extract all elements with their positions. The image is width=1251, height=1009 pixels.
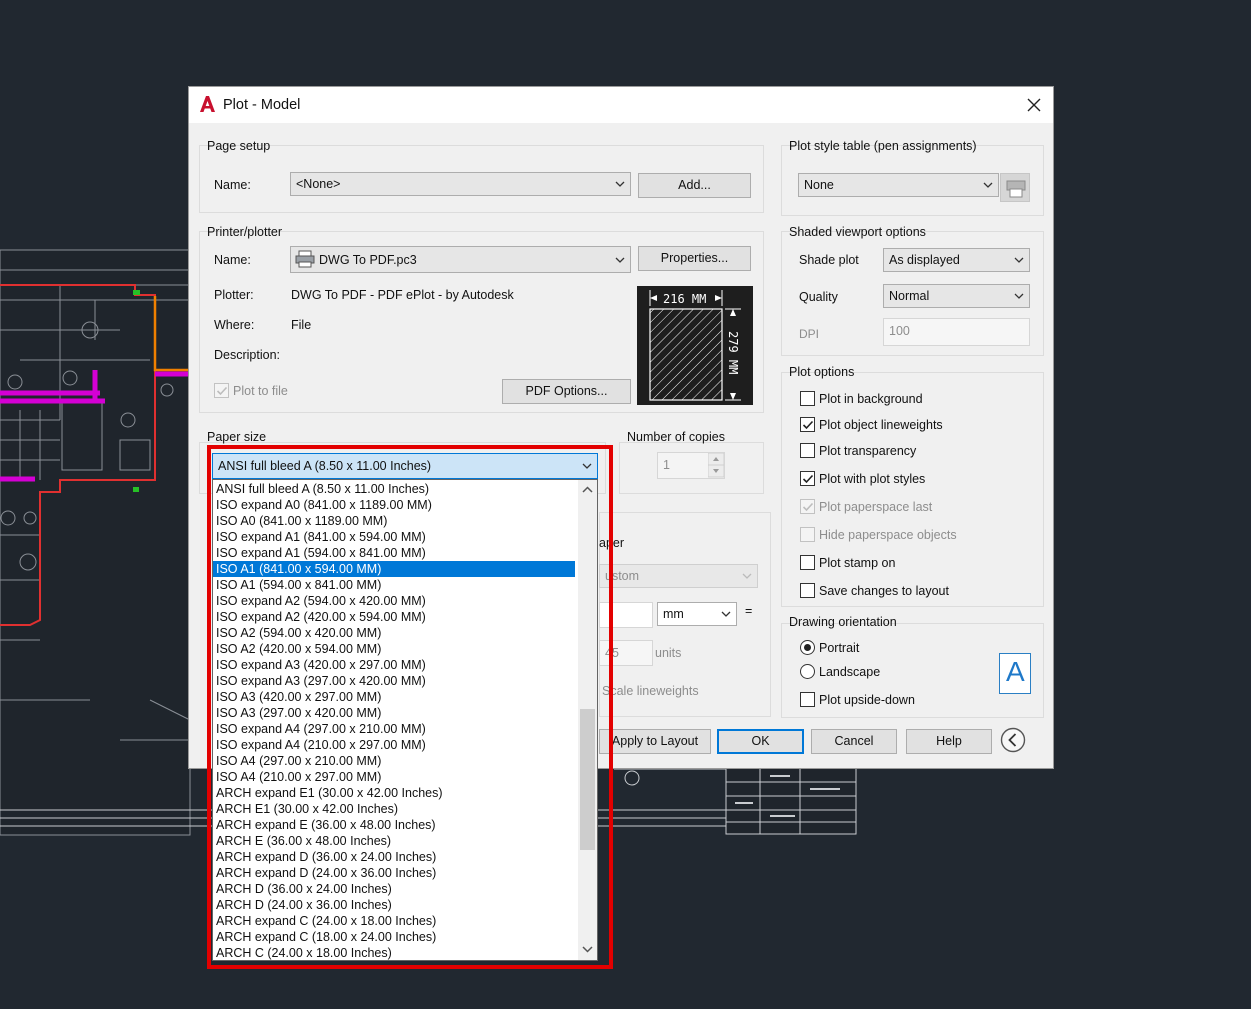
plot-with-plot-styles-checkbox[interactable] xyxy=(800,471,815,486)
plot-style-table-label: Plot style table (pen assignments) xyxy=(789,139,977,153)
properties-button[interactable]: Properties... xyxy=(638,246,751,271)
add-page-setup-button[interactable]: Add... xyxy=(638,173,751,198)
chevron-down-icon xyxy=(742,573,752,579)
radio-dot xyxy=(804,644,811,651)
portrait-label: Portrait xyxy=(819,641,860,655)
apply-to-layout-button[interactable]: Apply to Layout xyxy=(599,729,711,754)
plot-in-background-label: Plot in background xyxy=(819,392,923,406)
checkmark-icon xyxy=(802,474,814,484)
plot-object-lineweights-label: Plot object lineweights xyxy=(819,418,943,432)
plot-object-lineweights-checkbox[interactable] xyxy=(800,417,815,432)
quality-label: Quality xyxy=(799,290,838,304)
shaded-viewport-label: Shaded viewport options xyxy=(789,225,926,239)
close-icon[interactable] xyxy=(1025,96,1043,114)
spinner-arrows-icon[interactable] xyxy=(708,453,724,478)
plot-stamp-on-checkbox[interactable] xyxy=(800,555,815,570)
dialog-title-bar[interactable]: Plot - Model xyxy=(189,87,1053,123)
plot-style-table-select[interactable]: None xyxy=(798,173,999,197)
landscape-radio[interactable] xyxy=(800,664,815,679)
plot-upside-down-label: Plot upside-down xyxy=(819,693,915,707)
plot-to-file-checkbox[interactable] xyxy=(214,383,229,398)
landscape-label: Landscape xyxy=(819,665,881,679)
plot-options-label: Plot options xyxy=(789,365,855,379)
page-setup-label: Page setup xyxy=(207,139,271,153)
quality-select[interactable]: Normal xyxy=(883,284,1030,308)
checkmark-icon xyxy=(802,420,814,430)
description-label: Description: xyxy=(214,348,280,362)
where-value: File xyxy=(291,318,312,332)
orientation-preview-icon: A xyxy=(999,653,1031,694)
plotter-label: Plotter: xyxy=(214,288,254,302)
highlight-annotation-box xyxy=(207,445,613,969)
plot-transparency-label: Plot transparency xyxy=(819,444,917,458)
plot-paperspace-last-label: Plot paperspace last xyxy=(819,500,933,514)
collapse-options-icon[interactable] xyxy=(1000,727,1026,753)
shade-plot-label: Shade plot xyxy=(799,253,859,267)
help-button[interactable]: Help xyxy=(906,729,992,754)
equals-sign: = xyxy=(745,604,753,618)
plot-upside-down-checkbox[interactable] xyxy=(800,692,815,707)
units-label: units xyxy=(655,646,682,660)
scale-lineweights-label: Scale lineweights xyxy=(602,684,699,698)
printer-name-label: Name: xyxy=(214,253,251,267)
scale-units-select[interactable]: mm xyxy=(657,602,737,626)
edit-plot-style-button[interactable] xyxy=(1000,173,1030,202)
paper-preview: 216 MM 279 MM xyxy=(637,286,753,405)
plot-transparency-checkbox[interactable] xyxy=(800,443,815,458)
save-changes-to-layout-checkbox[interactable] xyxy=(800,583,815,598)
chevron-down-icon xyxy=(615,257,625,263)
preview-width-label: 216 MM xyxy=(661,292,709,306)
dialog-title: Plot - Model xyxy=(223,97,301,113)
printer-plotter-label: Printer/plotter xyxy=(207,225,283,239)
drawing-orientation-label: Drawing orientation xyxy=(789,615,897,629)
ok-button[interactable]: OK xyxy=(717,729,804,754)
plotter-value: DWG To PDF - PDF ePlot - by Autodesk xyxy=(291,288,514,302)
plot-to-file-label: Plot to file xyxy=(233,384,288,398)
plotter-icon xyxy=(295,250,315,268)
preview-height-label: 279 MM xyxy=(726,329,740,377)
page-setup-name-select[interactable]: <None> xyxy=(290,172,631,196)
chevron-down-icon xyxy=(1014,257,1024,263)
checkmark-icon xyxy=(802,502,814,512)
shade-plot-select[interactable]: As displayed xyxy=(883,248,1030,272)
plot-style-editor-icon xyxy=(1006,180,1026,198)
checkmark-icon xyxy=(216,386,228,396)
autocad-logo-icon xyxy=(200,96,215,112)
copies-label: Number of copies xyxy=(627,430,725,444)
plot-with-plot-styles-label: Plot with plot styles xyxy=(819,472,926,486)
chevron-down-icon xyxy=(615,181,625,187)
plot-in-background-checkbox[interactable] xyxy=(800,391,815,406)
pdf-options-button[interactable]: PDF Options... xyxy=(502,379,631,404)
plot-stamp-on-label: Plot stamp on xyxy=(819,556,896,570)
scale-select[interactable]: ustom xyxy=(599,564,758,588)
hide-paperspace-objects-label: Hide paperspace objects xyxy=(819,528,957,542)
where-label: Where: xyxy=(214,318,255,332)
chevron-down-icon xyxy=(721,611,731,617)
chevron-down-icon xyxy=(983,182,993,188)
cancel-button[interactable]: Cancel xyxy=(811,729,897,754)
save-changes-to-layout-label: Save changes to layout xyxy=(819,584,949,598)
printer-name-select[interactable]: DWG To PDF.pc3 xyxy=(290,246,631,273)
copies-spinner[interactable]: 1 xyxy=(657,452,725,479)
portrait-radio[interactable] xyxy=(800,640,815,655)
chevron-down-icon xyxy=(1014,293,1024,299)
hide-paperspace-objects-checkbox[interactable] xyxy=(800,527,815,542)
paper-size-label: Paper size xyxy=(207,430,267,444)
page-setup-name-label: Name: xyxy=(214,178,251,192)
dpi-field[interactable]: 100 xyxy=(883,318,1030,346)
dpi-label: DPI xyxy=(799,327,820,341)
plot-options-group xyxy=(781,372,1044,607)
orientation-glyph: A xyxy=(1006,656,1025,687)
plot-paperspace-last-checkbox[interactable] xyxy=(800,499,815,514)
